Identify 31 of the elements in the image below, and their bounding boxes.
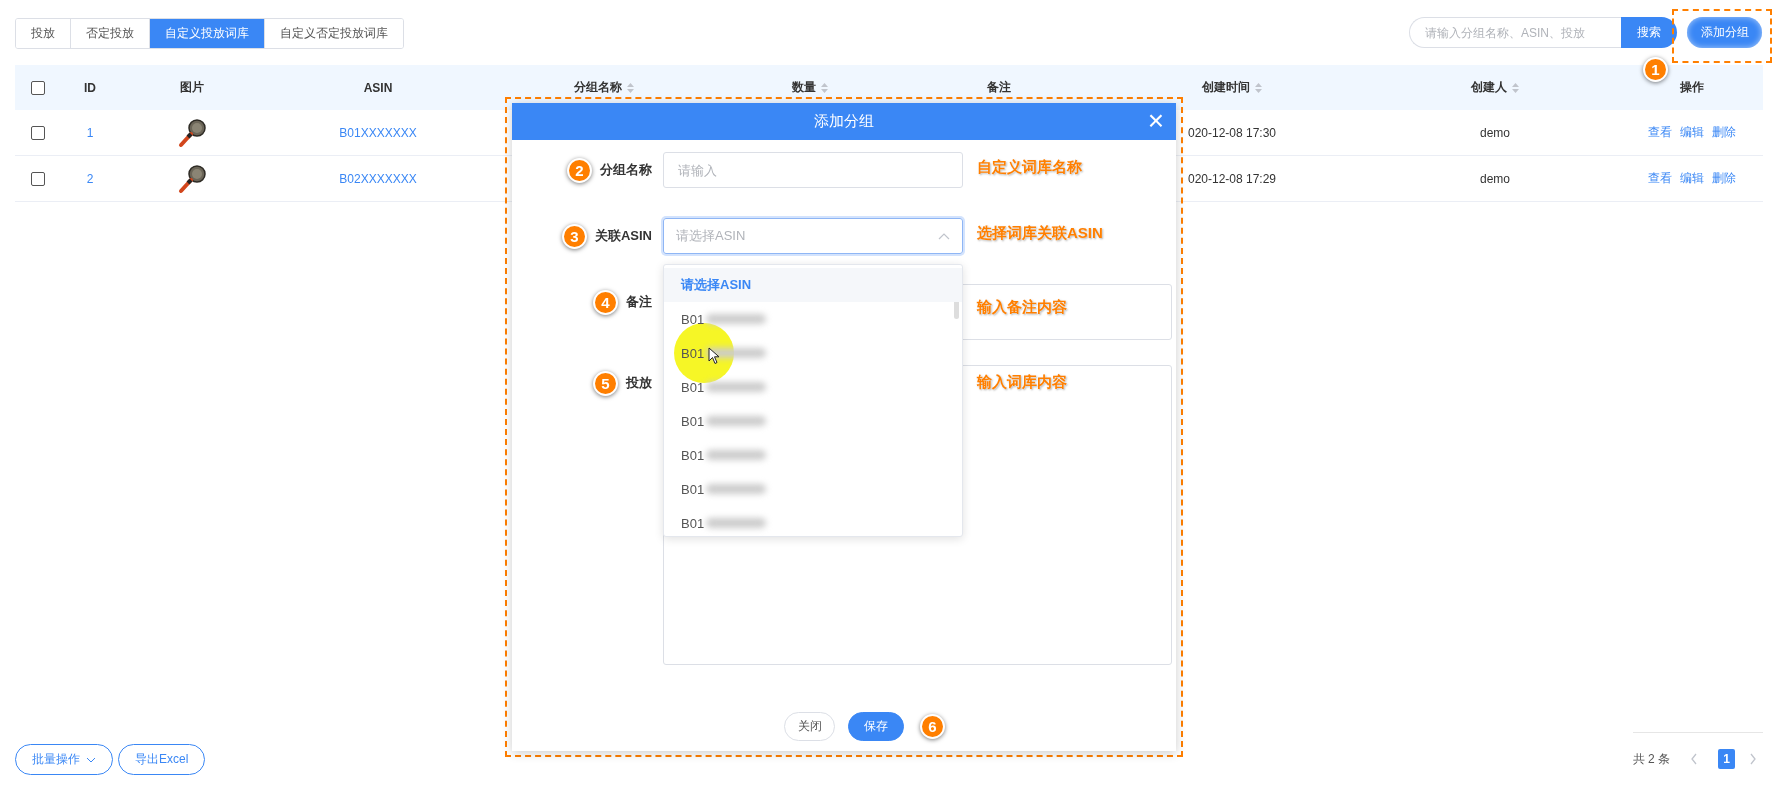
annotation-text: 输入备注内容 [977, 298, 1067, 317]
step-badge: 2 [567, 157, 592, 183]
column-header: 创建人 [1470, 79, 1507, 96]
field-label: 备注 [626, 293, 652, 311]
table-cell: 2 [86, 171, 94, 186]
table-cell: 020-12-08 17:29 [1187, 171, 1277, 186]
annotation-text: 选择词库关联ASIN [977, 224, 1103, 243]
step-badge: 6 [920, 714, 945, 739]
step-badge: 4 [593, 289, 618, 315]
total-count: 共 2 条 [1632, 750, 1670, 768]
field-label: 关联ASIN [594, 227, 652, 245]
column-header: 操作 [1679, 79, 1704, 96]
step-badge: 3 [561, 223, 587, 249]
table-cell: demo [1480, 171, 1510, 186]
column-header: 创建时间 [1201, 79, 1250, 96]
table-cell: 1 [86, 125, 94, 140]
column-header: ASIN [363, 80, 393, 95]
column-header: 数量 [791, 79, 816, 96]
column-header: ID [84, 80, 96, 95]
column-header: 图片 [180, 79, 204, 96]
field-label: 投放 [626, 374, 652, 392]
table-cell: demo [1480, 125, 1510, 140]
column-header: 备注 [987, 79, 1011, 96]
annotation-text: 自定义词库名称 [977, 158, 1082, 177]
field-label: 分组名称 [600, 161, 652, 179]
step-badge: 5 [593, 370, 618, 396]
annotation-text: 输入词库内容 [977, 373, 1067, 392]
column-header: 分组名称 [573, 79, 622, 96]
table-cell: 020-12-08 17:30 [1187, 125, 1277, 140]
dialog-title: 添加分组 [814, 112, 874, 131]
step-badge: 1 [1643, 57, 1668, 82]
